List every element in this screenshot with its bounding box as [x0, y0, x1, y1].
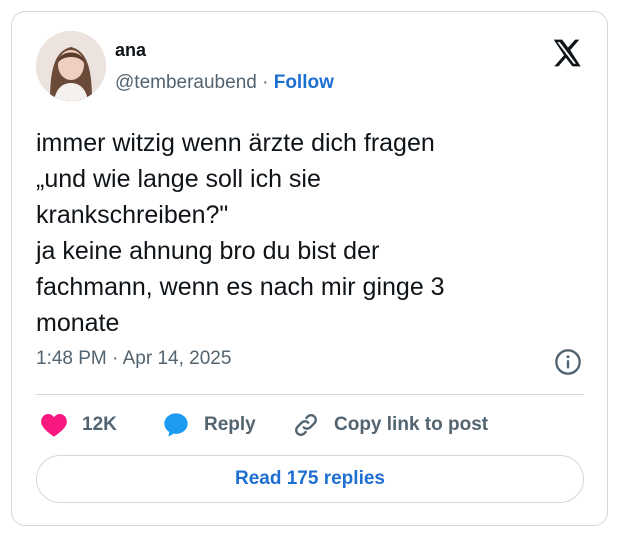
- tweet-card: ana @temberaubend · Follow immer witzig …: [11, 11, 608, 526]
- link-icon: [295, 414, 317, 436]
- separator-dot: ·: [262, 72, 269, 93]
- like-count: 12K: [82, 414, 117, 435]
- x-logo-icon[interactable]: [550, 37, 582, 69]
- follow-button[interactable]: Follow: [274, 72, 334, 93]
- copy-link-label: Copy link to post: [334, 414, 489, 435]
- tweet-text: immer witzig wenn ärzte dich fragen „und…: [36, 129, 445, 337]
- like-button[interactable]: 12K: [40, 410, 117, 440]
- info-icon[interactable]: [554, 348, 582, 376]
- reply-button[interactable]: Reply: [162, 410, 256, 440]
- read-replies-label: Read 175 replies: [235, 468, 385, 489]
- author-name[interactable]: ana: [115, 40, 146, 61]
- author-handle[interactable]: @temberaubend: [115, 72, 257, 93]
- avatar[interactable]: [36, 31, 106, 101]
- divider: [36, 394, 584, 395]
- avatar-image: [36, 31, 106, 101]
- reply-label: Reply: [204, 414, 256, 435]
- reply-bubble-icon: [164, 413, 188, 437]
- read-replies-button[interactable]: Read 175 replies: [36, 455, 584, 503]
- heart-icon: [41, 414, 67, 437]
- tweet-timestamp[interactable]: 1:48 PM · Apr 14, 2025: [36, 348, 231, 370]
- author-handle-row: @temberaubend · Follow: [115, 72, 334, 94]
- copy-link-button[interactable]: Copy link to post: [292, 410, 488, 440]
